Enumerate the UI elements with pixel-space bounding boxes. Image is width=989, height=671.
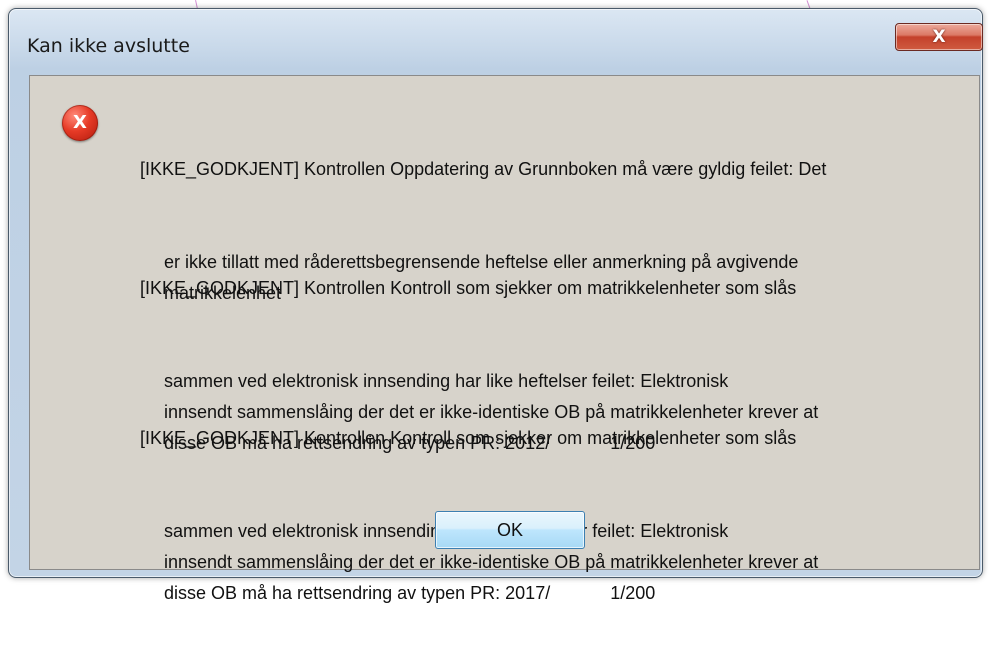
- error-message-first-line: [IKKE_GODKJENT] Kontrollen Kontroll som …: [140, 428, 797, 448]
- close-button[interactable]: X: [895, 23, 983, 51]
- error-dialog: Kan ikke avslutte X X [IKKE_GODKJENT] Ko…: [8, 8, 983, 603]
- error-icon: X: [62, 105, 98, 141]
- dialog-title: Kan ikke avslutte: [27, 35, 190, 57]
- dialog-content: X [IKKE_GODKJENT] Kontrollen Oppdatering…: [29, 75, 980, 603]
- error-message-first-line: [IKKE_GODKJENT] Kontrollen Oppdatering a…: [140, 159, 827, 179]
- ok-button[interactable]: OK: [435, 511, 585, 549]
- error-message-first-line: [IKKE_GODKJENT] Kontrollen Kontroll som …: [140, 278, 797, 298]
- error-icon-glyph: X: [73, 112, 87, 133]
